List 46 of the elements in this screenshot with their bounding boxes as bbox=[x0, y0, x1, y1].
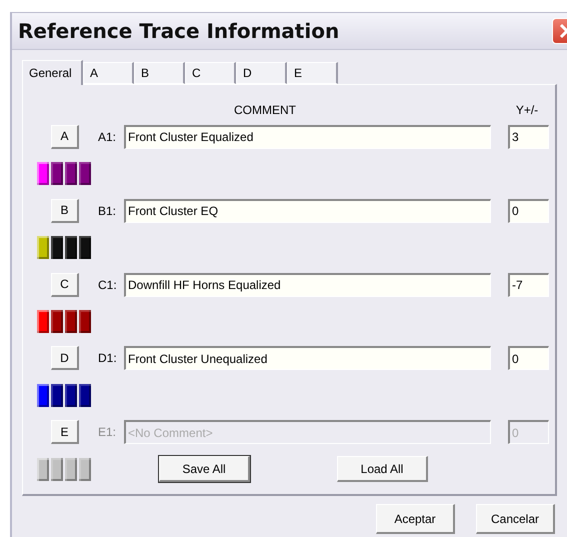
trace-label: C1: bbox=[98, 278, 118, 292]
column-header: Y+/- bbox=[516, 103, 538, 119]
offset-field[interactable]: 3 bbox=[508, 124, 549, 149]
trace-label: B1: bbox=[98, 204, 118, 218]
offset-field[interactable]: -7 bbox=[508, 272, 549, 297]
color-swatch[interactable] bbox=[79, 310, 91, 333]
color-swatch[interactable] bbox=[37, 310, 49, 333]
color-swatch[interactable] bbox=[79, 384, 91, 407]
dialog-button[interactable]: Aceptar bbox=[376, 504, 455, 534]
tab[interactable]: B bbox=[134, 62, 185, 84]
column-header: COMMENT bbox=[234, 103, 296, 119]
color-swatch[interactable] bbox=[79, 236, 91, 260]
action-button[interactable]: Load All bbox=[337, 456, 428, 482]
action-button[interactable]: Save All bbox=[159, 456, 250, 482]
tab[interactable]: E bbox=[287, 62, 338, 84]
trace-button[interactable]: B bbox=[51, 198, 79, 223]
color-swatch[interactable] bbox=[51, 236, 63, 260]
color-swatch[interactable] bbox=[65, 310, 77, 333]
color-swatch[interactable] bbox=[51, 162, 63, 186]
color-swatch[interactable] bbox=[37, 384, 49, 407]
color-swatch[interactable] bbox=[65, 236, 77, 260]
trace-button[interactable]: A bbox=[51, 124, 79, 149]
tab[interactable]: C bbox=[185, 62, 236, 84]
color-swatch[interactable] bbox=[37, 236, 49, 260]
color-swatch[interactable] bbox=[51, 384, 63, 407]
color-swatch[interactable] bbox=[79, 162, 91, 186]
comment-field[interactable]: Front Cluster Equalized bbox=[124, 124, 491, 149]
trace-label: E1: bbox=[98, 425, 118, 440]
trace-button[interactable]: C bbox=[51, 272, 79, 297]
window-title: Reference Trace Information bbox=[17, 19, 340, 43]
tab[interactable]: General bbox=[22, 60, 83, 85]
tab[interactable]: D bbox=[236, 62, 287, 84]
dialog-button[interactable]: Cancelar bbox=[476, 504, 555, 534]
comment-field[interactable]: Front Cluster EQ bbox=[124, 198, 491, 223]
offset-field[interactable]: 0 bbox=[508, 198, 549, 223]
color-swatch[interactable] bbox=[65, 162, 77, 186]
trace-label: A1: bbox=[98, 130, 118, 144]
trace-button[interactable]: D bbox=[51, 346, 79, 370]
comment-field[interactable]: Front Cluster Unequalized bbox=[124, 346, 491, 370]
tab[interactable]: A bbox=[83, 62, 134, 84]
trace-label: D1: bbox=[98, 351, 118, 366]
color-swatch[interactable] bbox=[37, 162, 49, 186]
offset-field[interactable]: 0 bbox=[508, 346, 549, 370]
color-swatch[interactable] bbox=[65, 384, 77, 407]
color-swatch[interactable] bbox=[51, 310, 63, 333]
comment-field[interactable]: Downfill HF Horns Equalized bbox=[124, 272, 491, 297]
